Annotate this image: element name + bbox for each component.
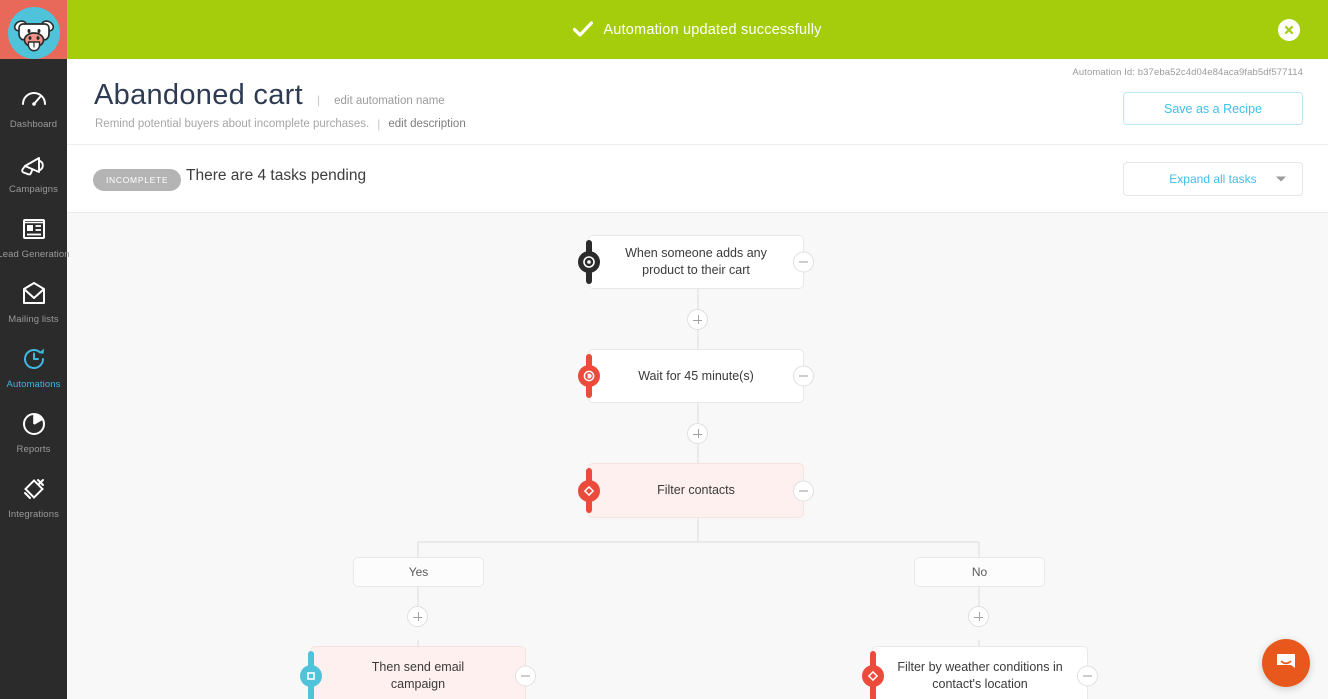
save-as-recipe-button[interactable]: Save as a Recipe (1123, 92, 1303, 125)
automation-description: Remind potential buyers about incomplete… (95, 118, 370, 130)
pie-chart-icon (22, 413, 45, 435)
flow-node-weather-filter-label: Filter by weather conditions in contact'… (897, 660, 1063, 691)
intercom-chat-button[interactable] (1262, 639, 1310, 687)
flow-node-wait-label: Wait for 45 minute(s) (638, 368, 754, 383)
sidebar-nav: Dashboard Campaigns Lead Generation Mail… (0, 59, 70, 528)
close-x-glyph (1284, 25, 1294, 34)
plug-icon (23, 479, 44, 499)
flow-node-send-email-campaign[interactable]: Then send email campaign (300, 646, 536, 699)
flow-node-filter-contacts[interactable]: Filter contacts (578, 463, 814, 518)
branch-label-no: No (971, 565, 988, 579)
add-step-button-after-wait[interactable] (687, 423, 708, 444)
add-step-button-after-trigger[interactable] (687, 309, 708, 330)
speedometer-icon (21, 92, 46, 106)
flow-node-filter-contacts-label: Filter contacts (657, 483, 735, 497)
branch-label-yes: Yes (408, 565, 429, 579)
diamond-icon (578, 479, 600, 502)
chat-bubble-icon (1277, 654, 1295, 668)
square-icon (300, 665, 322, 687)
diamond-icon (862, 665, 884, 687)
sidebar-item-dashboard[interactable]: Dashboard (0, 73, 67, 138)
app-logo[interactable] (0, 0, 67, 59)
success-banner: Automation updated successfully (67, 0, 1328, 59)
page-header: Automation Id: b37eba52c4d04e84aca9fab5d… (67, 59, 1328, 145)
pending-tasks-text: There are 4 tasks pending (186, 167, 367, 184)
sidebar-label-automations: Automations (6, 379, 61, 390)
status-badge: INCOMPLETE (93, 169, 182, 191)
sidebar-item-integrations[interactable]: Integrations (0, 463, 67, 528)
delay-glyph (583, 370, 595, 382)
banner-content: Automation updated successfully (573, 21, 821, 38)
collapse-node-button[interactable] (1077, 665, 1098, 687)
add-step-button-no-branch[interactable] (968, 606, 989, 627)
banner-message: Automation updated successfully (603, 21, 822, 38)
close-icon[interactable] (1278, 18, 1300, 41)
automation-id: Automation Id: b37eba52c4d04e84aca9fab5d… (1072, 67, 1303, 78)
sidebar-item-automations[interactable]: Automations (0, 333, 67, 398)
sidebar-label-dashboard: Dashboard (9, 119, 58, 130)
clock-refresh-icon (23, 348, 44, 369)
cow-face-icon (13, 19, 54, 51)
flow-node-weather-filter[interactable]: Filter by weather conditions in contact'… (862, 646, 1098, 699)
sidebar-label-integrations: Integrations (8, 509, 59, 520)
edit-description-link[interactable]: edit description (388, 118, 465, 130)
sidebar-item-lead-generation[interactable]: Lead Generation (0, 203, 70, 268)
sidebar-item-campaigns[interactable]: Campaigns (0, 138, 67, 203)
branch-box-no[interactable]: No (914, 557, 1045, 587)
add-step-button-yes-branch[interactable] (407, 606, 428, 627)
title-separator: | (316, 93, 321, 107)
flow-node-send-email-campaign-label: Then send email campaign (371, 660, 465, 691)
expand-all-tasks-label: Expand all tasks (1169, 172, 1257, 186)
flow-node-wait[interactable]: Wait for 45 minute(s) (578, 349, 814, 403)
sidebar-label-reports: Reports (16, 444, 51, 455)
diamond-glyph (867, 670, 879, 682)
expand-all-tasks-button[interactable]: Expand all tasks (1123, 162, 1303, 196)
edit-automation-name-link[interactable]: edit automation name (334, 95, 445, 107)
collapse-node-button[interactable] (515, 665, 536, 687)
square-glyph (307, 672, 315, 680)
sidebar-item-mailing-lists[interactable]: Mailing lists (0, 268, 67, 333)
main-sidebar: Dashboard Campaigns Lead Generation Mail… (0, 0, 70, 699)
megaphone-icon (20, 157, 44, 176)
collapse-node-button[interactable] (793, 251, 814, 273)
target-icon (578, 251, 600, 273)
diamond-glyph (583, 485, 595, 496)
app-root: Dashboard Campaigns Lead Generation Mail… (0, 0, 1328, 699)
target-glyph (583, 256, 595, 268)
sidebar-item-reports[interactable]: Reports (0, 398, 67, 463)
sidebar-label-mailing-lists: Mailing lists (8, 314, 59, 325)
flow-node-trigger[interactable]: When someone adds any product to their c… (578, 235, 814, 289)
form-icon (22, 219, 45, 239)
sidebar-label-lead-generation: Lead Generation (0, 249, 70, 260)
sidebar-label-campaigns: Campaigns (9, 184, 58, 195)
flow-node-trigger-label: When someone adds any product to their c… (625, 246, 767, 277)
collapse-node-button[interactable] (793, 365, 814, 387)
cow-mascot-logo (7, 6, 60, 59)
envelope-icon (22, 282, 45, 304)
automation-flow-canvas[interactable]: When someone adds any product to their c… (67, 213, 1328, 699)
collapse-node-button[interactable] (793, 480, 814, 501)
description-row: Remind potential buyers about incomplete… (95, 117, 466, 131)
chevron-down-icon (1276, 176, 1286, 182)
delay-icon (578, 365, 600, 387)
page-title: Abandoned cart (94, 79, 303, 111)
check-icon (573, 21, 594, 37)
title-row: Abandoned cart | edit automation name (94, 79, 445, 112)
description-separator: | (377, 117, 381, 131)
status-bar: INCOMPLETE There are 4 tasks pending Exp… (67, 145, 1328, 213)
branch-box-yes[interactable]: Yes (353, 557, 484, 587)
